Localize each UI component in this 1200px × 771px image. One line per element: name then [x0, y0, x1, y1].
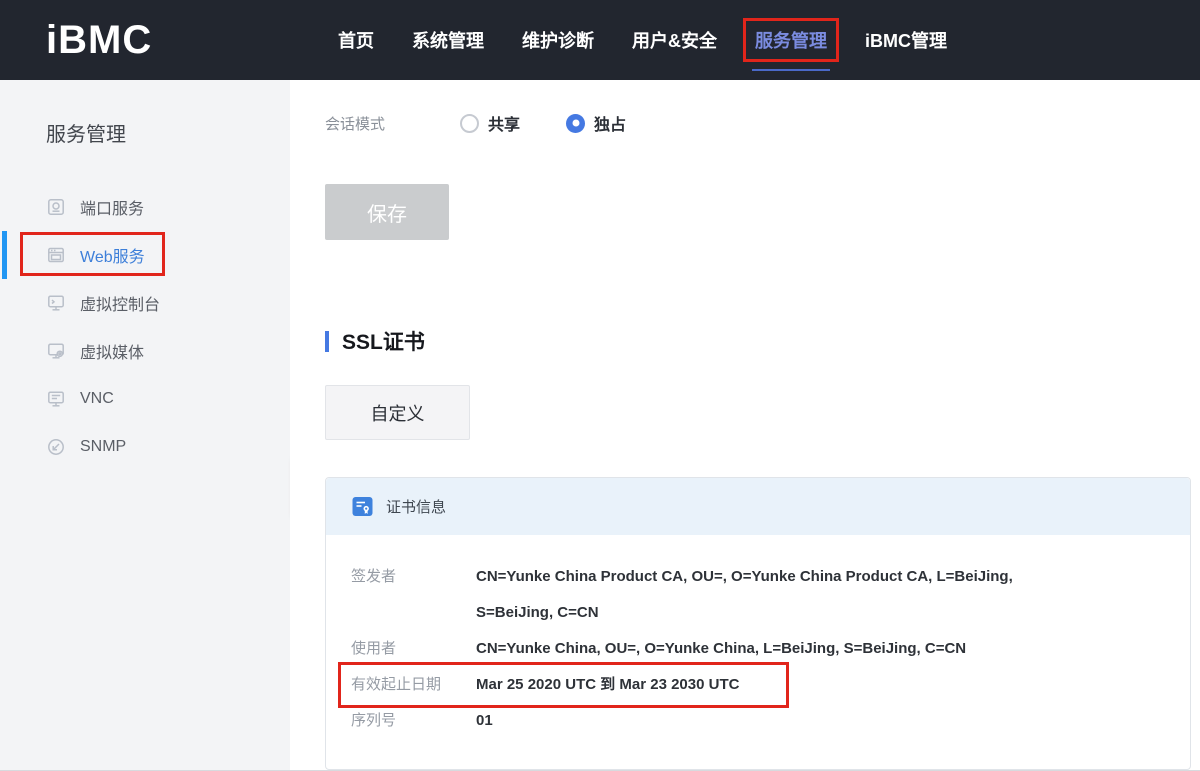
top-nav: 首页 系统管理 维护诊断 用户&安全 服务管理 iBMC管理 — [326, 0, 973, 80]
nav-item-user-security[interactable]: 用户&安全 — [620, 18, 729, 62]
cert-row-label: 有效起止日期 — [351, 667, 476, 703]
sidebar-item-label: VNC — [80, 390, 114, 408]
cert-row-label: 签发者 — [351, 559, 476, 631]
ibmc-logo: iBMC — [46, 18, 152, 63]
certificate-icon — [352, 496, 373, 517]
session-mode-radio-group: 共享 独占 — [460, 111, 672, 135]
cert-row-value: Mar 25 2020 UTC 到 Mar 23 2030 UTC — [476, 667, 739, 703]
cert-row-issuer: 签发者 CN=Yunke China Product CA, OU=, O=Yu… — [351, 559, 1165, 631]
sidebar-item-virtual-console[interactable]: 虚拟控制台 — [0, 279, 290, 327]
cert-row-subject: 使用者 CN=Yunke China, OU=, O=Yunke China, … — [351, 631, 1165, 667]
nav-item-ibmc-mgmt[interactable]: iBMC管理 — [853, 18, 959, 62]
sidebar-item-label: Web服务 — [80, 243, 145, 267]
cert-row-value: CN=Yunke China, OU=, O=Yunke China, L=Be… — [476, 631, 966, 667]
nav-item-maintenance[interactable]: 维护诊断 — [510, 18, 606, 62]
top-header: iBMC 首页 系统管理 维护诊断 用户&安全 服务管理 iBMC管理 — [0, 0, 1200, 80]
main-content: 会话模式 共享 独占 保存 SSL证书 自定义 — [290, 80, 1200, 770]
sidebar: 服务管理 端口服务 Web服务 虚拟控制台 虚拟媒体 — [0, 80, 290, 770]
cert-row-value: 01 — [476, 703, 493, 739]
web-icon — [46, 245, 66, 265]
nav-item-service-mgmt[interactable]: 服务管理 — [743, 18, 839, 62]
sidebar-item-label: 端口服务 — [80, 195, 144, 219]
save-button[interactable]: 保存 — [325, 184, 449, 240]
section-accent-bar — [325, 331, 329, 352]
ssl-section-title: SSL证书 — [325, 326, 1200, 356]
radio-label-shared: 共享 — [488, 111, 520, 135]
sidebar-item-port-service[interactable]: 端口服务 — [0, 183, 290, 231]
sidebar-title: 服务管理 — [0, 80, 290, 147]
radio-checked-icon[interactable] — [566, 114, 585, 133]
snmp-icon — [46, 437, 66, 457]
nav-item-home[interactable]: 首页 — [326, 18, 386, 62]
console-icon — [46, 293, 66, 313]
session-mode-label: 会话模式 — [325, 113, 460, 134]
radio-unchecked-icon[interactable] — [460, 114, 479, 133]
sidebar-item-label: 虚拟媒体 — [80, 339, 144, 363]
custom-certificate-button[interactable]: 自定义 — [325, 385, 470, 440]
sidebar-item-vnc[interactable]: VNC — [0, 375, 290, 423]
cert-row-validity: 有效起止日期 Mar 25 2020 UTC 到 Mar 23 2030 UTC — [351, 667, 739, 703]
cert-row-label: 序列号 — [351, 703, 476, 739]
sidebar-item-snmp[interactable]: SNMP — [0, 423, 290, 471]
sidebar-item-virtual-media[interactable]: 虚拟媒体 — [0, 327, 290, 375]
sidebar-item-label: SNMP — [80, 438, 126, 456]
active-indicator-bar — [2, 231, 7, 279]
certificate-panel-title: 证书信息 — [386, 496, 446, 517]
vnc-icon — [46, 389, 66, 409]
radio-option-exclusive[interactable]: 独占 — [566, 111, 626, 135]
media-icon — [46, 341, 66, 361]
cert-row-label: 使用者 — [351, 631, 476, 667]
certificate-panel-header: 证书信息 — [326, 478, 1190, 535]
certificate-panel-body: 签发者 CN=Yunke China Product CA, OU=, O=Yu… — [326, 535, 1190, 769]
session-mode-row: 会话模式 共享 独占 — [325, 112, 1200, 134]
nav-item-system-mgmt[interactable]: 系统管理 — [400, 18, 496, 62]
radio-option-shared[interactable]: 共享 — [460, 111, 520, 135]
cert-row-serial-number: 序列号 01 — [351, 703, 1165, 739]
certificate-info-panel: 证书信息 签发者 CN=Yunke China Product CA, OU=,… — [325, 477, 1191, 770]
sidebar-item-web-service[interactable]: Web服务 — [0, 231, 290, 279]
ssl-title-text: SSL证书 — [342, 326, 425, 356]
radio-label-exclusive: 独占 — [594, 111, 626, 135]
port-icon — [46, 197, 66, 217]
sidebar-menu: 端口服务 Web服务 虚拟控制台 虚拟媒体 VNC — [0, 183, 290, 471]
sidebar-item-label: 虚拟控制台 — [80, 291, 160, 315]
cert-row-value: CN=Yunke China Product CA, OU=, O=Yunke … — [476, 559, 1051, 631]
annotation-box-validity-dates: 有效起止日期 Mar 25 2020 UTC 到 Mar 23 2030 UTC — [338, 662, 789, 708]
